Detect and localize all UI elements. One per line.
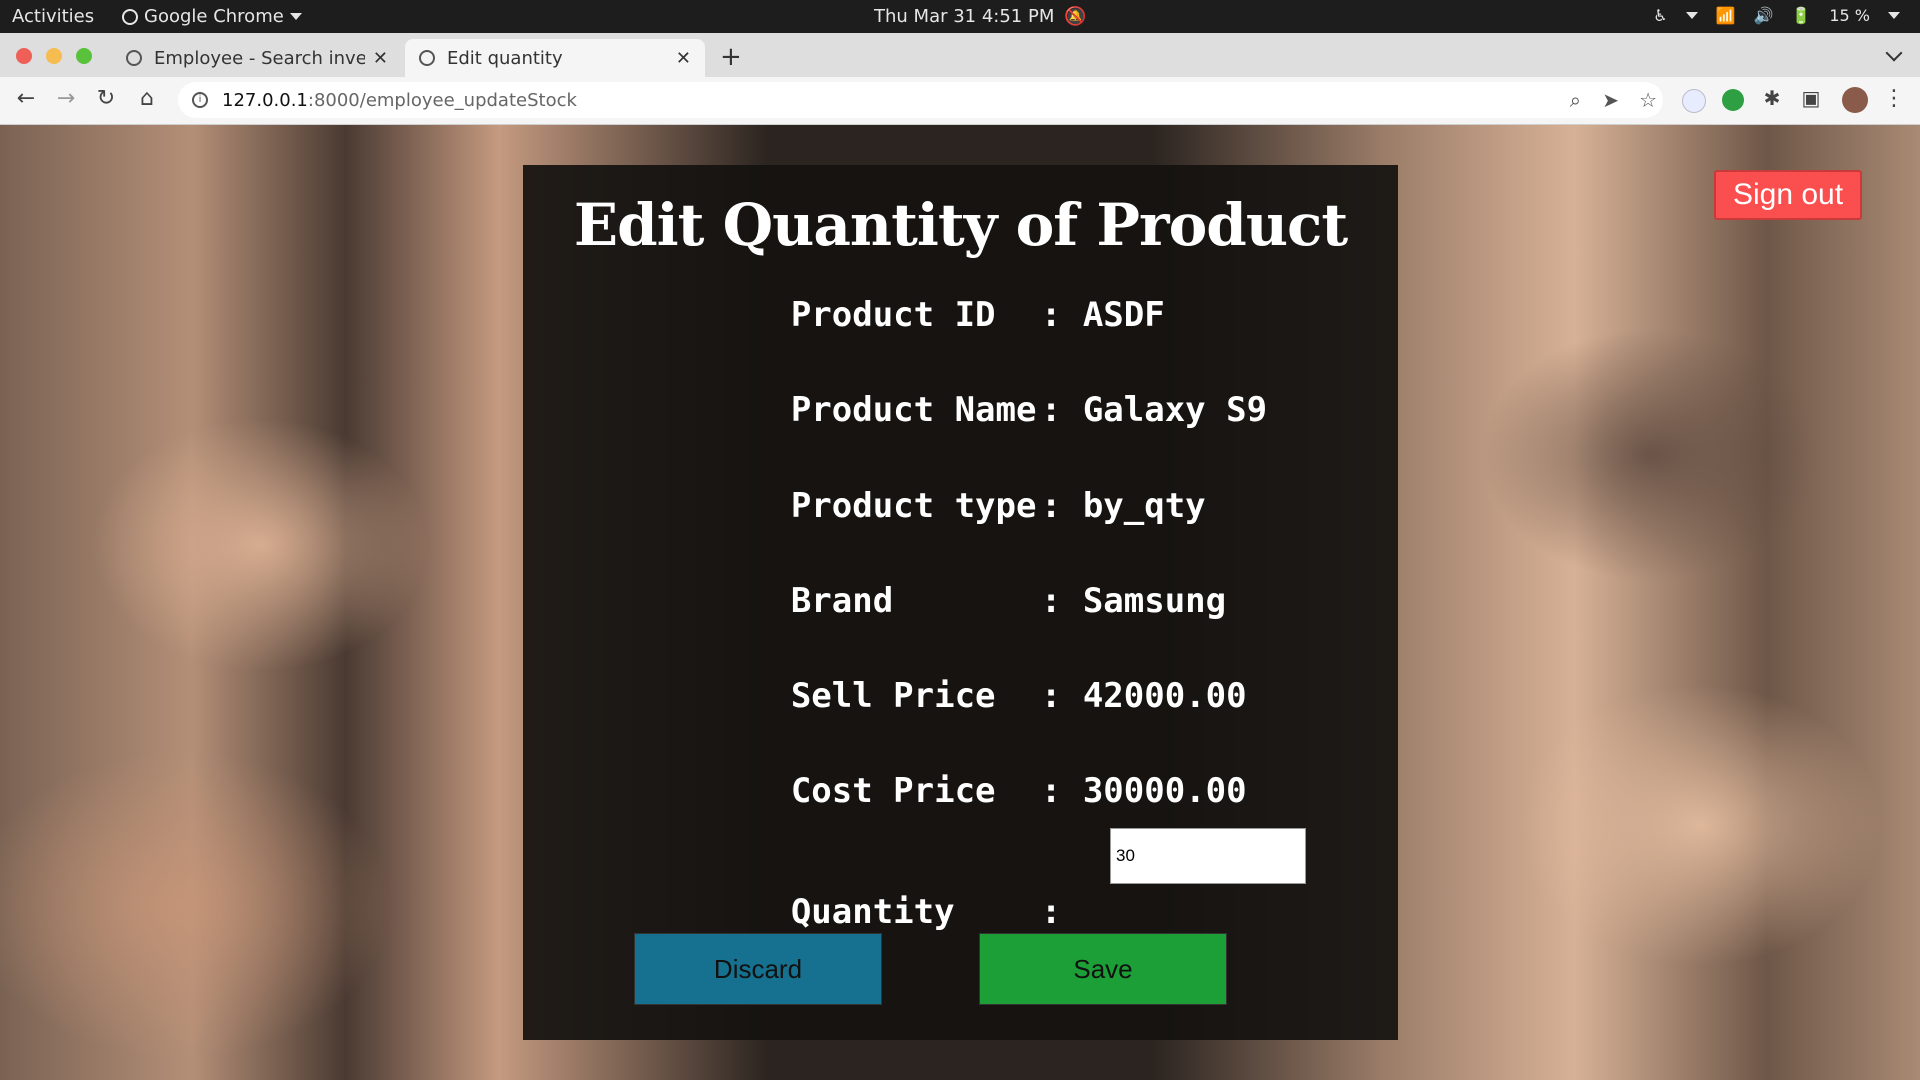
reload-button[interactable]: ↻ (92, 86, 120, 111)
field-separator: : (1040, 486, 1062, 526)
field-label: Cost Price (790, 771, 996, 811)
field-label: Product Name (790, 390, 1037, 430)
field-separator: : (1040, 892, 1062, 932)
field-separator: : (1040, 581, 1062, 621)
close-icon[interactable]: ✕ (676, 48, 691, 69)
send-icon[interactable]: ➤ (1602, 88, 1619, 112)
field-value: 42000.00 (1082, 676, 1247, 716)
field-label: Quantity (790, 892, 955, 932)
field-separator: : (1040, 676, 1062, 716)
battery-level: 15 % (1829, 6, 1870, 25)
field-value: 30000.00 (1082, 771, 1247, 811)
field-quantity: Quantity: (668, 828, 1306, 932)
globe-icon (419, 50, 435, 66)
field-label: Brand (790, 581, 894, 621)
notification-muted-icon: 🔕 (1064, 6, 1087, 27)
puzzle-icon[interactable]: ✱ (1758, 86, 1786, 110)
app-menu[interactable]: Google Chrome (122, 6, 302, 27)
field-value: Samsung (1082, 581, 1227, 621)
new-tab-button[interactable]: + (720, 42, 742, 72)
field-separator: : (1040, 771, 1062, 811)
tab-title: Employee - Search invento (154, 47, 365, 69)
browser-toolbar: ← → ↻ ⌂ i 127.0.0.1:8000/employee_update… (0, 77, 1920, 125)
forward-button[interactable]: → (52, 86, 80, 111)
maximize-window-button[interactable] (76, 48, 92, 64)
url-host: 127.0.0.1 (222, 89, 308, 111)
clock-label: Thu Mar 31 4:51 PM (874, 6, 1055, 27)
url-path: :8000/employee_updateStock (307, 89, 577, 111)
tab-strip: Employee - Search invento ✕ Edit quantit… (0, 33, 1920, 77)
clock[interactable]: Thu Mar 31 4:51 PM 🔕 (874, 6, 1087, 27)
page-title: Edit Quantity of Product (573, 191, 1348, 259)
edit-quantity-card: Edit Quantity of Product Product ID: ASDF… (523, 165, 1398, 1040)
page-content: Edit Quantity of Product Product ID: ASDF… (0, 125, 1920, 1080)
field-label: Product type (790, 486, 1037, 526)
battery-icon: 🔋 (1791, 6, 1812, 25)
tab-title: Edit quantity (447, 47, 563, 69)
avatar[interactable] (1842, 87, 1868, 113)
tab-edit-quantity[interactable]: Edit quantity ✕ (405, 39, 705, 77)
tab-employee-search[interactable]: Employee - Search invento ✕ (112, 39, 402, 77)
field-label: Product ID (790, 295, 996, 335)
chevron-down-icon (1888, 12, 1900, 19)
back-button[interactable]: ← (12, 86, 40, 111)
field-separator: : (1040, 390, 1062, 430)
star-icon[interactable]: ☆ (1639, 88, 1657, 112)
field-value: Galaxy S9 (1082, 390, 1268, 430)
field-label: Sell Price (790, 676, 996, 716)
extension-plus-icon[interactable] (1722, 89, 1744, 111)
wifi-icon: 📶 (1715, 6, 1736, 25)
system-top-bar: Activities Google Chrome Thu Mar 31 4:51… (0, 0, 1920, 33)
volume-icon: 🔊 (1753, 6, 1774, 25)
close-icon[interactable]: ✕ (373, 48, 388, 69)
sign-out-button[interactable]: Sign out (1714, 170, 1862, 220)
accessibility-icon: ♿ (1653, 6, 1668, 25)
extension-b-icon[interactable] (1682, 89, 1706, 113)
activities-button[interactable]: Activities (12, 6, 94, 27)
app-menu-label: Google Chrome (144, 6, 284, 27)
globe-icon (126, 50, 142, 66)
field-value: by_qty (1082, 486, 1206, 526)
close-window-button[interactable] (16, 48, 32, 64)
info-icon[interactable]: i (192, 92, 208, 108)
zoom-icon[interactable]: ⌕ (1570, 88, 1581, 112)
chrome-icon (122, 8, 138, 25)
system-tray[interactable]: ♿ 📶 🔊 🔋 15 % (1653, 6, 1900, 25)
minimize-window-button[interactable] (46, 48, 62, 64)
field-separator: : (1040, 295, 1062, 335)
side-panel-icon[interactable]: ▣ (1797, 86, 1825, 110)
save-button[interactable]: Save (979, 933, 1227, 1005)
address-bar[interactable]: i 127.0.0.1:8000/employee_updateStock ⌕ … (178, 82, 1663, 118)
menu-icon[interactable]: ⋮ (1880, 86, 1908, 111)
quantity-input[interactable] (1110, 828, 1306, 884)
chevron-down-icon (289, 13, 302, 20)
chevron-down-icon (1685, 12, 1698, 19)
field-value: ASDF (1082, 295, 1165, 335)
home-button[interactable]: ⌂ (133, 86, 161, 111)
chevron-down-icon[interactable] (1885, 44, 1903, 62)
discard-button[interactable]: Discard (634, 933, 882, 1005)
